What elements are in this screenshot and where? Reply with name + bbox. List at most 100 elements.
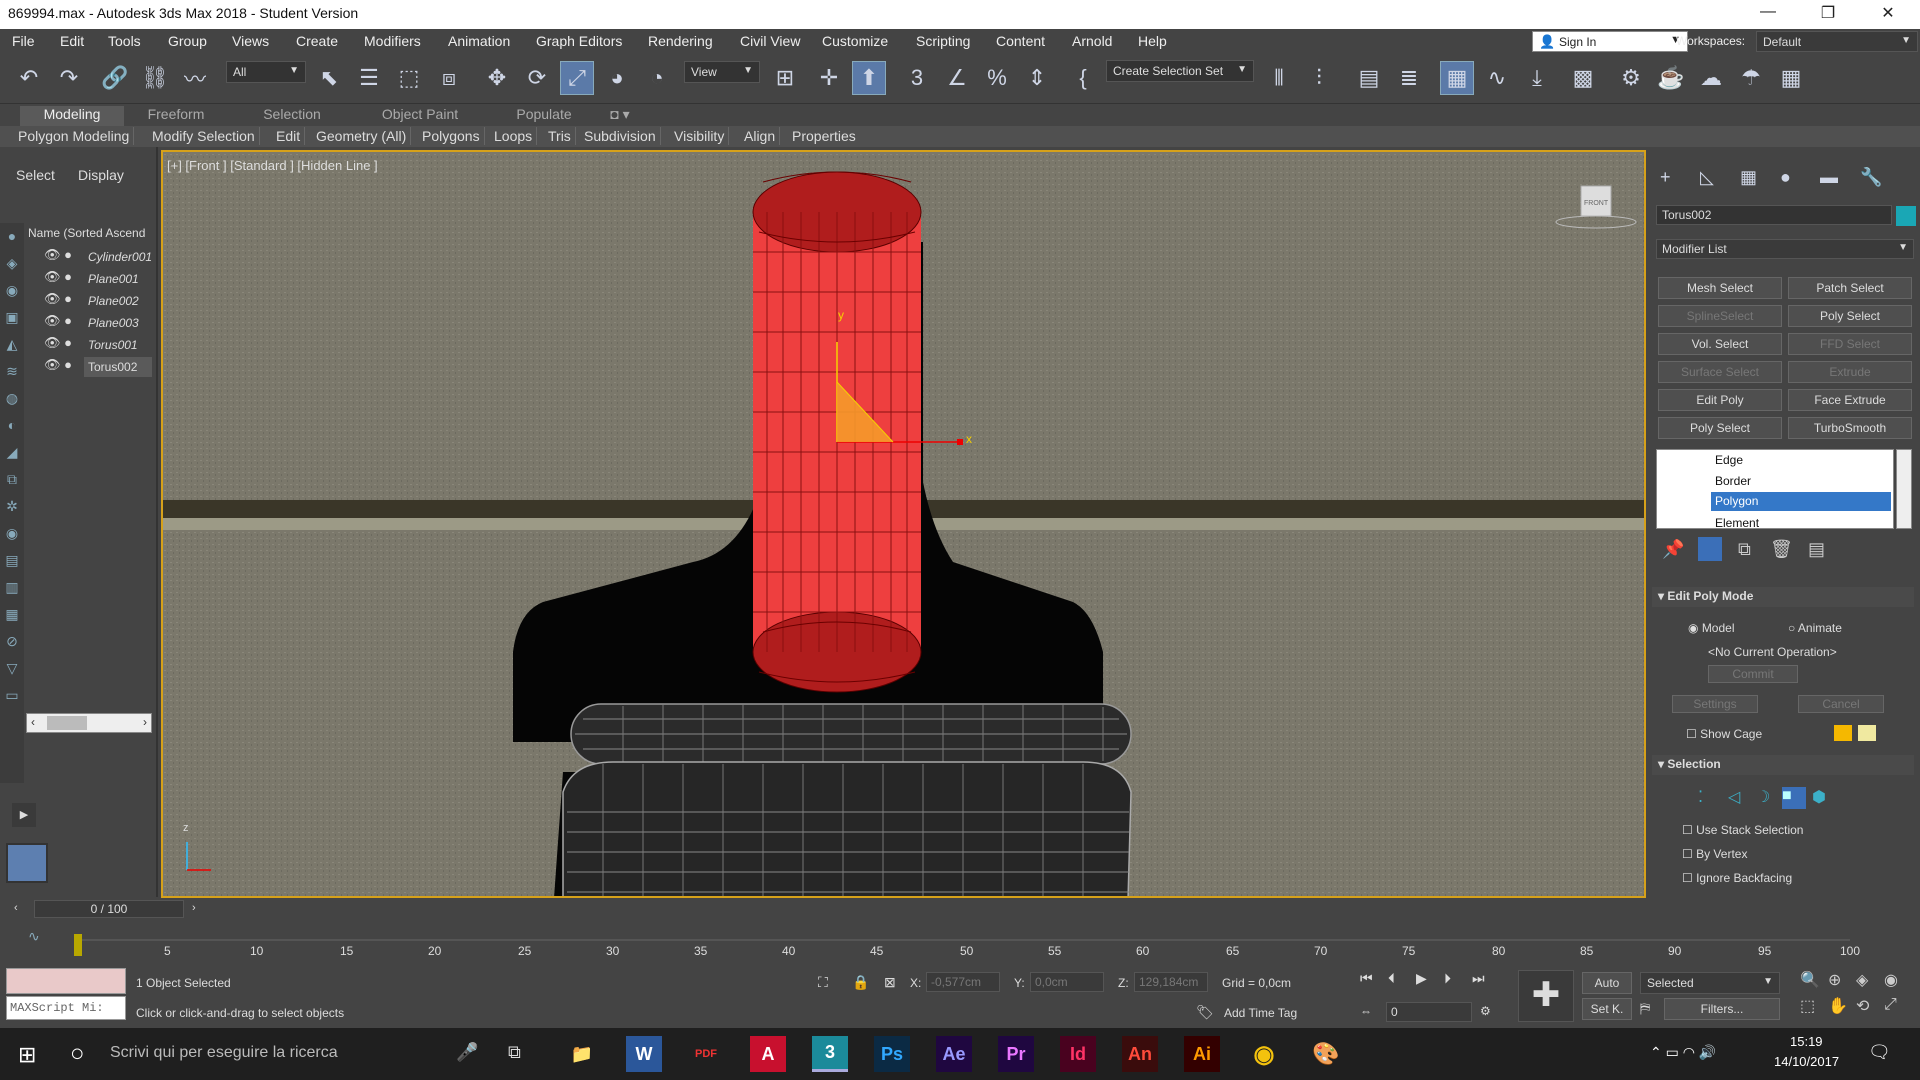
- remove-modifier-icon[interactable]: 🗑: [1770, 539, 1793, 560]
- chevron-left-icon[interactable]: ‹: [31, 715, 35, 729]
- ribbon-align[interactable]: Align: [740, 127, 781, 145]
- go-to-start-icon[interactable]: ⏮: [1360, 970, 1373, 987]
- microphone-icon[interactable]: 🎤: [456, 1042, 478, 1063]
- menu-rendering[interactable]: Rendering: [648, 33, 713, 49]
- isolate-selection-icon[interactable]: ⛶: [818, 974, 828, 991]
- select-place-icon[interactable]: ◔: [640, 61, 674, 95]
- restore-button[interactable]: ❐: [1808, 3, 1848, 23]
- ribbon-toggle-icon[interactable]: ▦: [1440, 61, 1474, 95]
- viewport-front[interactable]: [+] [Front ] [Standard ] [Hidden Line ] …: [161, 150, 1646, 898]
- tray-icons[interactable]: ⌃ ▭ ◠ 🔊: [1650, 1044, 1716, 1061]
- modifier-stack[interactable]: Edge Border Polygon Element: [1656, 449, 1894, 530]
- pin-stack-icon[interactable]: 📌: [1662, 539, 1684, 560]
- object-color-swatch[interactable]: [1896, 206, 1916, 226]
- named-selection-dropdown[interactable]: Create Selection Set ▼: [1106, 60, 1254, 82]
- move-icon[interactable]: ✥: [480, 61, 514, 95]
- list-item[interactable]: 👁 ● Cylinder001: [44, 247, 156, 269]
- clock-date[interactable]: 14/10/2017: [1774, 1054, 1839, 1069]
- filters-button[interactable]: Filters...: [1664, 998, 1780, 1020]
- redo-icon[interactable]: ↷: [52, 61, 86, 95]
- menu-group[interactable]: Group: [168, 33, 207, 49]
- key-mode-icon[interactable]: ⇔: [1360, 1004, 1372, 1018]
- sign-in-dropdown[interactable]: 👤 Sign In ▼: [1532, 31, 1688, 52]
- auto-key-button[interactable]: Auto: [1582, 972, 1632, 994]
- snap-3d-icon[interactable]: 3: [900, 61, 934, 95]
- play-icon[interactable]: ▶: [1416, 970, 1427, 987]
- list-item-selected[interactable]: 👁 ● Torus002: [44, 357, 156, 379]
- menu-views[interactable]: Views: [232, 33, 269, 49]
- face-extrude-button[interactable]: Face Extrude: [1788, 389, 1912, 411]
- explorer-tab-select[interactable]: Select: [16, 167, 55, 183]
- current-frame-field[interactable]: 0: [1386, 1002, 1472, 1022]
- vertex-icon[interactable]: ⁚: [1698, 787, 1703, 807]
- menu-customize[interactable]: Customize: [822, 33, 888, 49]
- mesh-select-button[interactable]: Mesh Select: [1658, 277, 1782, 299]
- notification-icon[interactable]: 🗨: [1868, 1042, 1891, 1063]
- select-manipulate-icon[interactable]: ✛: [812, 61, 846, 95]
- tab-modeling[interactable]: Modeling: [20, 106, 124, 126]
- set-key-button[interactable]: Set K.: [1582, 998, 1632, 1020]
- cage-color-2[interactable]: [1858, 725, 1876, 741]
- 3dsmax-icon[interactable]: 3: [812, 1036, 848, 1072]
- chrome-icon[interactable]: ◉: [1246, 1036, 1282, 1072]
- edit-poly-button[interactable]: Edit Poly: [1658, 389, 1782, 411]
- bind-spacewarp-icon[interactable]: 〰: [178, 61, 212, 95]
- menu-create[interactable]: Create: [296, 33, 338, 49]
- configure-modifier-sets-icon[interactable]: ▤: [1808, 539, 1825, 560]
- material-editor-icon[interactable]: ▩: [1566, 61, 1600, 95]
- ffd-select-button[interactable]: FFD Select: [1788, 333, 1912, 355]
- animate-radio[interactable]: ○ Animate: [1788, 621, 1842, 635]
- edge-icon[interactable]: ◁: [1728, 787, 1740, 807]
- by-vertex-checkbox[interactable]: ☐ By Vertex: [1682, 847, 1747, 861]
- display-tab-icon[interactable]: ▬: [1820, 167, 1838, 188]
- key-filters-icon[interactable]: ⛿: [1640, 1000, 1650, 1017]
- show-cage-checkbox[interactable]: ☐ Show Cage: [1686, 727, 1762, 741]
- turbosmooth-button[interactable]: TurboSmooth: [1788, 417, 1912, 439]
- paint-icon[interactable]: 🎨: [1308, 1036, 1344, 1072]
- indesign-icon[interactable]: Id: [1060, 1036, 1096, 1072]
- motion-tab-icon[interactable]: ●: [1780, 167, 1791, 188]
- element-icon[interactable]: ⬢: [1812, 787, 1826, 807]
- render-icon[interactable]: ☁: [1694, 61, 1728, 95]
- hierarchy-tab-icon[interactable]: ▦: [1740, 167, 1757, 188]
- windows-start-icon[interactable]: ⊞: [18, 1042, 36, 1068]
- list-item[interactable]: 👁 ● Plane003: [44, 313, 156, 335]
- chevron-right-icon[interactable]: ›: [143, 715, 147, 729]
- chevron-left-icon[interactable]: ‹: [14, 902, 18, 914]
- stack-item-edge[interactable]: Edge: [1715, 453, 1743, 467]
- make-unique-icon[interactable]: ⧉: [1738, 539, 1751, 560]
- explorer-hscrollbar[interactable]: ‹ ›: [26, 713, 152, 733]
- ribbon-loops[interactable]: Loops: [490, 127, 538, 145]
- menu-scripting[interactable]: Scripting: [916, 33, 970, 49]
- ribbon-geometry-all[interactable]: Geometry (All): [312, 127, 412, 145]
- set-key-icon[interactable]: ✚: [1518, 970, 1574, 1022]
- menu-modifiers[interactable]: Modifiers: [364, 33, 421, 49]
- explorer-column-header[interactable]: Name (Sorted Ascend: [28, 226, 145, 240]
- tab-populate[interactable]: Populate: [492, 106, 596, 122]
- minimize-button[interactable]: —: [1748, 3, 1788, 21]
- extrude-button[interactable]: Extrude: [1788, 361, 1912, 383]
- schematic-view-icon[interactable]: ⤓: [1520, 61, 1554, 95]
- selection-filter-dropdown[interactable]: All ▼: [226, 61, 306, 83]
- menu-civil-view[interactable]: Civil View: [740, 33, 800, 49]
- render-cloud-icon[interactable]: ☂: [1734, 61, 1768, 95]
- photoshop-icon[interactable]: Ps: [874, 1036, 910, 1072]
- menu-arnold[interactable]: Arnold: [1072, 33, 1112, 49]
- modify-tab-icon[interactable]: ◺: [1700, 167, 1714, 188]
- border-icon[interactable]: ☽: [1756, 787, 1770, 807]
- stack-item-element[interactable]: Element: [1715, 516, 1759, 530]
- menu-graph-editors[interactable]: Graph Editors: [536, 33, 622, 49]
- layer-explorer-icon[interactable]: ▤: [1352, 61, 1386, 95]
- cancel-button[interactable]: Cancel: [1798, 695, 1884, 713]
- cortana-icon[interactable]: ○: [70, 1040, 85, 1068]
- key-filter-dropdown[interactable]: Selected ▼: [1640, 972, 1780, 994]
- list-item[interactable]: 👁 ● Plane001: [44, 269, 156, 291]
- clock-time[interactable]: 15:19: [1790, 1034, 1823, 1049]
- settings-button[interactable]: Settings: [1672, 695, 1758, 713]
- utilities-tab-icon[interactable]: 🔧: [1860, 167, 1882, 188]
- menu-content[interactable]: Content: [996, 33, 1045, 49]
- menu-animation[interactable]: Animation: [448, 33, 510, 49]
- menu-tools[interactable]: Tools: [108, 33, 141, 49]
- zoom-extents-all-icon[interactable]: ◉: [1884, 970, 1898, 990]
- after-effects-icon[interactable]: Ae: [936, 1036, 972, 1072]
